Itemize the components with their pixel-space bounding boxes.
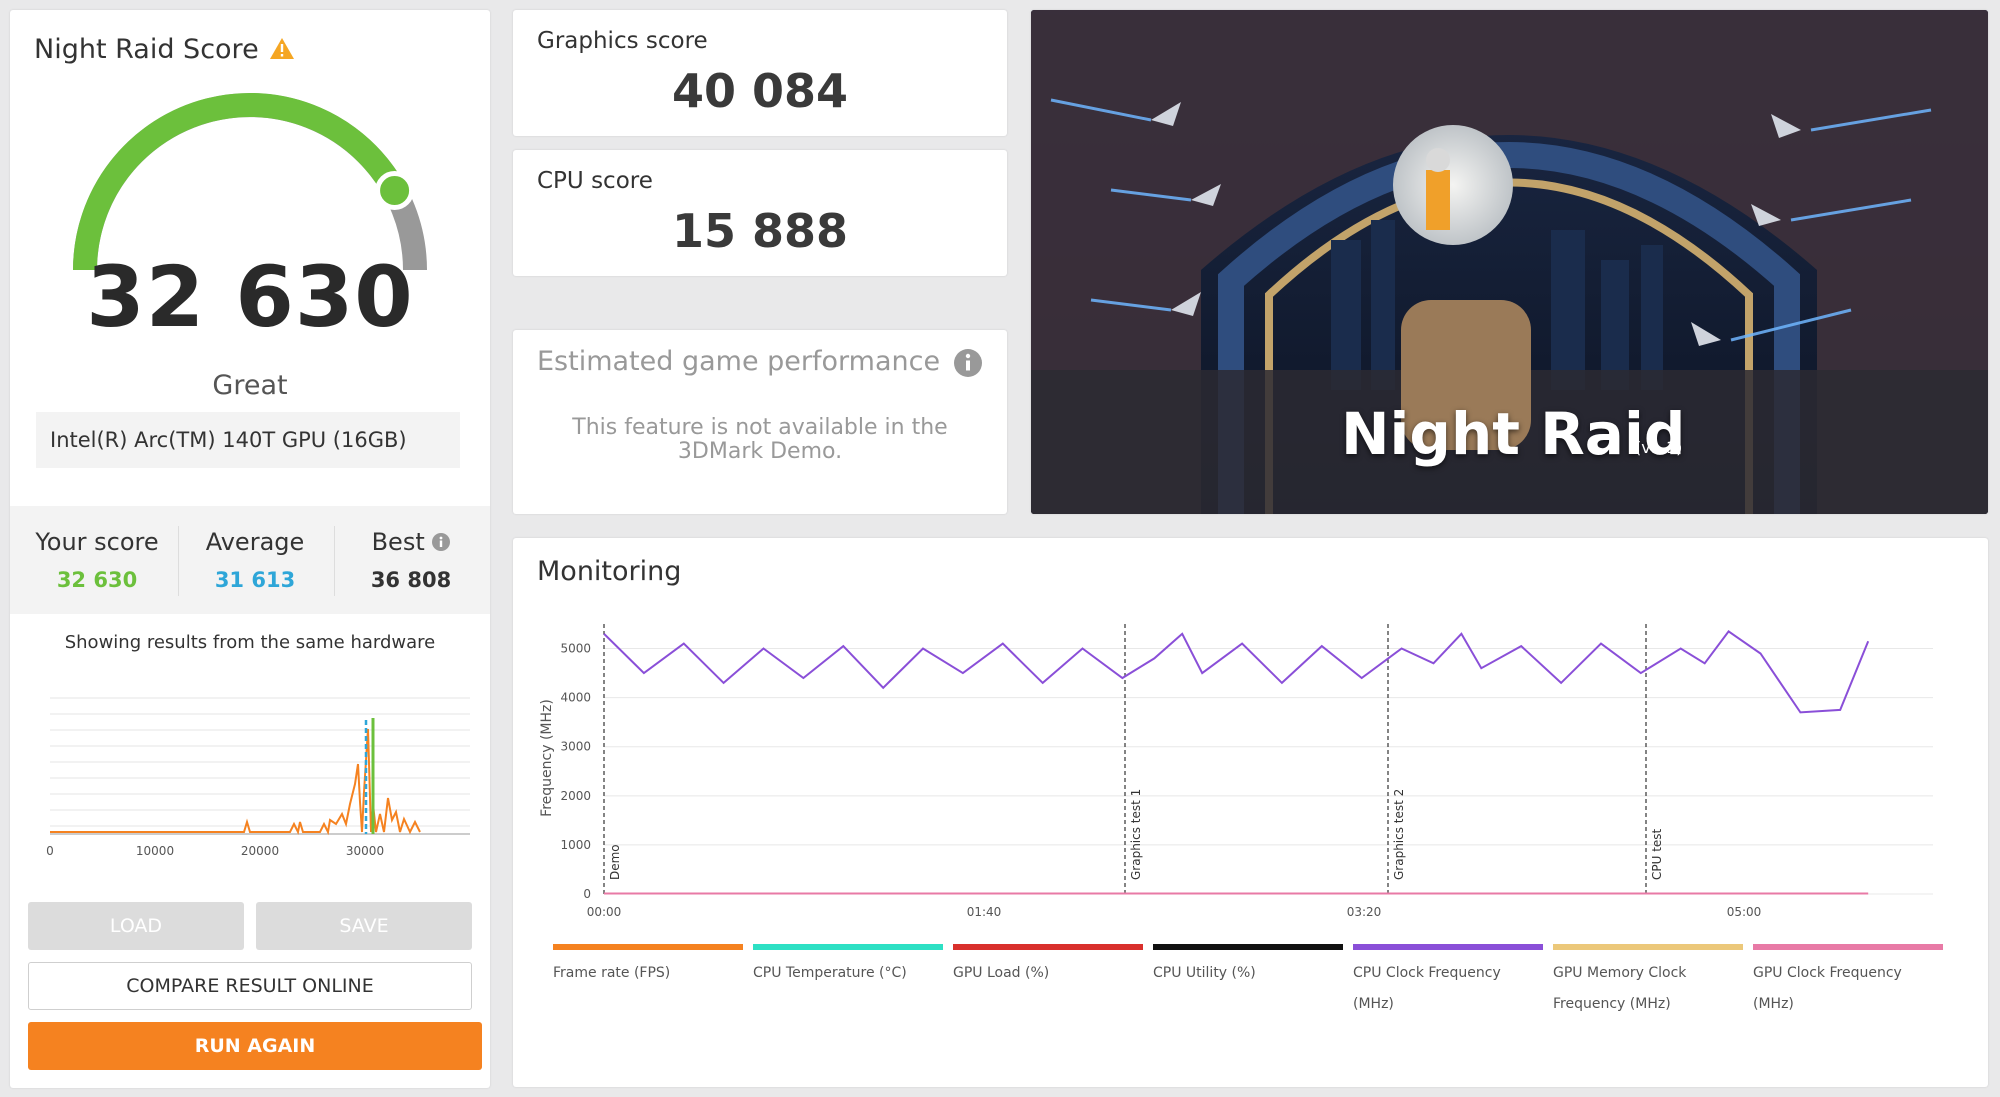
- cpu-clock-frequency-line: [603, 630, 1870, 714]
- legend-swatch: [553, 944, 743, 950]
- best-stat: Best 36 808: [336, 528, 486, 592]
- legend-gpu-load[interactable]: GPU Load (%): [953, 944, 1143, 989]
- egp-message-line: This feature is not available in the: [572, 415, 948, 440]
- your-score-value: 32 630: [56, 568, 138, 592]
- distribution-tick: 10000: [136, 844, 174, 858]
- gauge-fill: [73, 93, 406, 271]
- gpu-name: Intel(R) Arc(TM) 140T GPU (16GB): [36, 412, 460, 468]
- legend-gpu-memory-clock-frequency[interactable]: GPU Memory Clock Frequency (MHz): [1553, 944, 1743, 1020]
- legend-label: CPU Utility (%): [1153, 965, 1256, 981]
- x-tick-label: 05:00: [1727, 905, 1762, 919]
- graphics-score-card: Graphics score 40 084: [513, 10, 1007, 136]
- x-tick-label: 00:00: [587, 905, 622, 919]
- y-tick-label: 1000: [560, 838, 591, 852]
- save-button[interactable]: SAVE: [256, 902, 472, 950]
- legend-label: CPU Clock Frequency (MHz): [1353, 965, 1501, 1012]
- warning-icon[interactable]: [269, 37, 295, 60]
- monitoring-chart: Frequency (MHz) 0 1000 2000 3000 4000 50…: [539, 624, 1933, 919]
- cpu-score-label: CPU score: [537, 168, 653, 194]
- legend-cpu-utility[interactable]: CPU Utility (%): [1153, 944, 1343, 989]
- marker-label-graphics-test-2: Graphics test 2: [1392, 789, 1406, 880]
- y-tick-label: 4000: [560, 691, 591, 705]
- distribution-tick: 20000: [241, 844, 279, 858]
- your-score-label: Your score: [35, 528, 159, 556]
- legend-swatch: [753, 944, 943, 950]
- legend-label: CPU Temperature (°C): [753, 965, 907, 981]
- score-title-text: Night Raid Score: [34, 34, 259, 65]
- legend-swatch: [1553, 944, 1743, 950]
- score-title: Night Raid Score: [34, 34, 295, 65]
- average-value: 31 613: [214, 568, 296, 592]
- best-label-row: Best: [336, 528, 486, 556]
- monitoring-y-axis-label: Frequency (MHz): [539, 699, 555, 817]
- best-label: Best: [371, 528, 425, 556]
- distribution-tick: 30000: [346, 844, 384, 858]
- y-tick-label: 2000: [560, 789, 591, 803]
- gauge-knob: [375, 171, 415, 210]
- hero-version: (v1.1): [1635, 438, 1683, 457]
- your-score-stat: Your score 32 630: [22, 528, 172, 592]
- score-distribution-chart: 0 10000 20000 30000: [46, 697, 470, 858]
- stat-divider: [178, 526, 179, 596]
- x-tick-label: 03:20: [1347, 905, 1382, 919]
- marker-label-graphics-test-1: Graphics test 1: [1129, 789, 1143, 880]
- best-value: 36 808: [370, 568, 452, 592]
- legend-swatch: [953, 944, 1143, 950]
- legend-swatch: [1153, 944, 1343, 950]
- load-button[interactable]: LOAD: [28, 902, 244, 950]
- egp-message-line: 3DMark Demo.: [677, 439, 843, 464]
- graphics-score-value: 40 084: [671, 64, 849, 118]
- score-stats: Your score 32 630 Average 31 613 Best 36…: [10, 506, 490, 614]
- egp-title: Estimated game performance: [537, 346, 941, 377]
- stat-divider: [334, 526, 335, 596]
- legend-swatch: [1753, 944, 1943, 950]
- run-again-button[interactable]: RUN AGAIN: [28, 1022, 482, 1070]
- graphics-score-label: Graphics score: [537, 28, 708, 54]
- distribution-curve: [50, 728, 421, 836]
- legend-label: GPU Memory Clock Frequency (MHz): [1553, 965, 1687, 1012]
- y-tick-label: 5000: [560, 642, 591, 656]
- monitoring-gridlines: [604, 648, 1933, 895]
- x-tick-label: 01:40: [967, 905, 1002, 919]
- marker-label-cpu-test: CPU test: [1650, 828, 1664, 880]
- egp-message: This feature is not available in the 3DM…: [513, 416, 1007, 464]
- legend-cpu-clock-frequency[interactable]: CPU Clock Frequency (MHz): [1353, 944, 1543, 1020]
- estimated-game-performance-card: Estimated game performance This feature …: [513, 330, 1007, 514]
- legend-cpu-temperature[interactable]: CPU Temperature (°C): [753, 944, 943, 989]
- cpu-score-value: 15 888: [671, 204, 849, 258]
- cpu-score-card: CPU score 15 888: [513, 150, 1007, 276]
- monitoring-card: Monitoring Frequency (MHz) 0 1000 2000 3…: [513, 538, 1988, 1087]
- legend-label: GPU Clock Frequency (MHz): [1753, 965, 1902, 1012]
- hero-title: Night Raid: [1341, 400, 1686, 468]
- score-rating: Great: [212, 370, 288, 401]
- distribution-gridlines: [50, 697, 470, 827]
- compare-result-online-button[interactable]: COMPARE RESULT ONLINE: [28, 962, 472, 1010]
- info-icon[interactable]: [432, 533, 451, 551]
- overall-score-value: 32 630: [86, 248, 414, 346]
- legend-label: GPU Load (%): [953, 965, 1050, 981]
- y-tick-label: 3000: [560, 740, 591, 754]
- distribution-tick: 0: [46, 844, 54, 858]
- legend-frame-rate[interactable]: Frame rate (FPS): [553, 944, 743, 989]
- same-hardware-note: Showing results from the same hardware: [64, 632, 436, 653]
- y-tick-label: 0: [583, 887, 591, 901]
- info-icon[interactable]: [953, 348, 983, 378]
- average-stat: Average 31 613: [180, 528, 330, 592]
- legend-swatch: [1353, 944, 1543, 950]
- score-card: Night Raid Score 32 630 Great Intel(R) A…: [10, 10, 490, 1088]
- legend-label: Frame rate (FPS): [553, 965, 671, 981]
- legend-gpu-clock-frequency[interactable]: GPU Clock Frequency (MHz): [1753, 944, 1943, 1020]
- gauge-track: [73, 93, 427, 271]
- night-raid-hero-image: Night Raid (v1.1): [1031, 10, 1988, 514]
- average-label: Average: [205, 528, 305, 556]
- marker-label-demo: Demo: [608, 844, 622, 880]
